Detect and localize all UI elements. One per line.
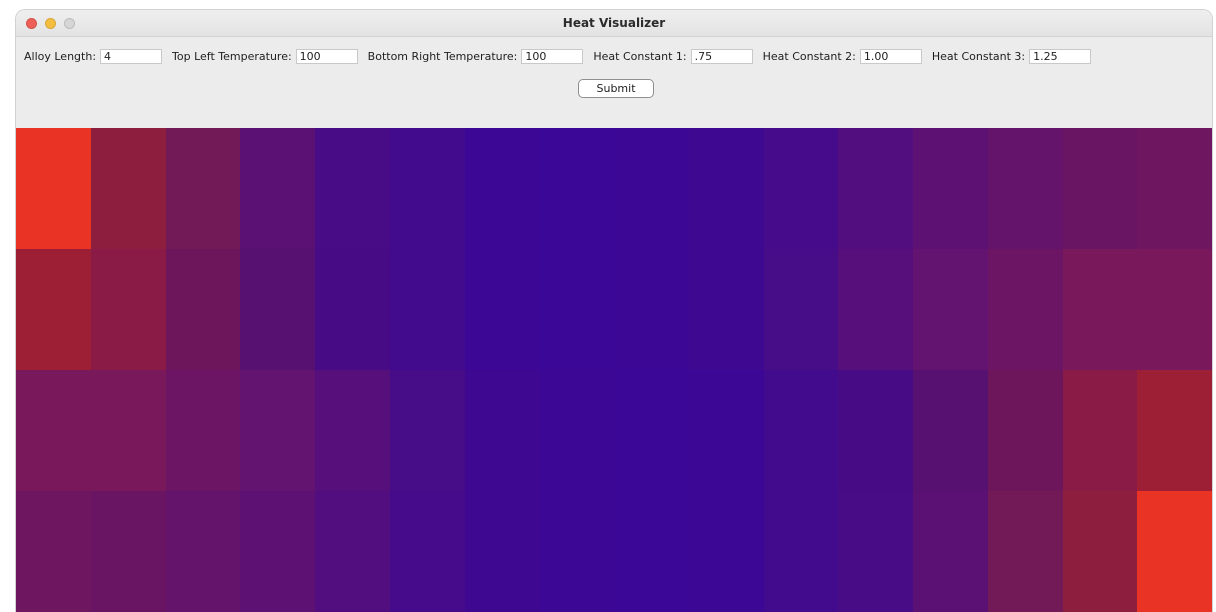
heat-cell: [1137, 491, 1212, 612]
heat-cell: [165, 370, 241, 491]
heat-cell: [464, 370, 540, 491]
heat-cell: [688, 491, 764, 612]
heat-cell: [539, 370, 614, 491]
heat-constant-1-input[interactable]: .75: [690, 49, 753, 64]
heat-cell: [315, 249, 390, 370]
heat-cell: [838, 370, 913, 491]
heat-cell: [240, 128, 315, 249]
heat-cell: [614, 370, 689, 491]
heat-cell: [539, 128, 614, 249]
heat-cell: [539, 249, 614, 370]
heat-cell: [389, 249, 465, 370]
heat-cell: [987, 128, 1063, 249]
heat-cell: [389, 491, 465, 612]
heat-cell: [688, 128, 764, 249]
heat-cell: [614, 249, 689, 370]
heat-cell: [90, 370, 166, 491]
heat-cell: [389, 128, 465, 249]
submit-button[interactable]: Submit: [578, 79, 654, 98]
heat-cell: [688, 370, 764, 491]
heat-cell: [90, 249, 166, 370]
heat-cell: [763, 491, 839, 612]
heat-constant-3-label: Heat Constant 3:: [931, 50, 1026, 63]
heat-cell: [1137, 128, 1212, 249]
heat-cell: [464, 491, 540, 612]
heat-cell: [987, 370, 1063, 491]
heat-cell: [315, 491, 390, 612]
heat-cell: [16, 370, 91, 491]
heat-cell: [464, 128, 540, 249]
heat-cell: [614, 128, 689, 249]
heat-cell: [16, 128, 91, 249]
bottom-right-temperature-input[interactable]: 100: [521, 49, 584, 64]
heat-cell: [913, 249, 988, 370]
heat-cell: [16, 491, 91, 612]
heat-constant-2-input[interactable]: 1.00: [859, 49, 922, 64]
title-bar: Heat Visualizer: [16, 10, 1212, 37]
parameter-row: Alloy Length: 4 Top Left Temperature: 10…: [24, 49, 1092, 64]
heat-cell: [240, 370, 315, 491]
heat-cell: [1062, 491, 1138, 612]
top-left-temperature-input[interactable]: 100: [295, 49, 358, 64]
heat-cell: [1062, 249, 1138, 370]
heat-constant-2-label: Heat Constant 2:: [762, 50, 856, 63]
heat-cell: [614, 491, 689, 612]
alloy-length-input[interactable]: 4: [100, 49, 163, 64]
heat-cell: [389, 370, 465, 491]
heat-cell: [90, 128, 166, 249]
heat-cell: [1062, 128, 1138, 249]
heat-cell: [165, 491, 241, 612]
heat-cell: [688, 249, 764, 370]
heat-cell: [913, 370, 988, 491]
heat-cell: [1062, 370, 1138, 491]
heat-cell: [240, 249, 315, 370]
bottom-right-temperature-label: Bottom Right Temperature:: [367, 50, 518, 63]
parameter-panel: Alloy Length: 4 Top Left Temperature: 10…: [16, 37, 1212, 129]
heat-cell: [987, 249, 1063, 370]
heat-cell: [1137, 249, 1212, 370]
heat-cell: [464, 249, 540, 370]
heat-cell: [539, 491, 614, 612]
heat-constant-1-label: Heat Constant 1:: [593, 50, 687, 63]
heat-cell: [913, 491, 988, 612]
alloy-length-label: Alloy Length:: [24, 50, 97, 63]
heat-cell: [165, 249, 241, 370]
heat-cell: [987, 491, 1063, 612]
heat-cell: [838, 249, 913, 370]
heat-cell: [315, 128, 390, 249]
heat-cell: [838, 128, 913, 249]
heat-map-grid: [16, 128, 1212, 612]
heat-constant-3-input[interactable]: 1.25: [1029, 49, 1092, 64]
heat-cell: [165, 128, 241, 249]
top-left-temperature-label: Top Left Temperature:: [172, 50, 292, 63]
heat-cell: [315, 370, 390, 491]
heat-cell: [16, 249, 91, 370]
heat-cell: [838, 491, 913, 612]
heat-cell: [913, 128, 988, 249]
heat-cell: [763, 128, 839, 249]
app-window: Heat Visualizer Alloy Length: 4 Top Left…: [16, 10, 1212, 612]
heat-cell: [90, 491, 166, 612]
heat-cell: [240, 491, 315, 612]
heat-cell: [763, 370, 839, 491]
heat-cell: [1137, 370, 1212, 491]
window-title: Heat Visualizer: [562, 16, 666, 30]
heat-cell: [763, 249, 839, 370]
